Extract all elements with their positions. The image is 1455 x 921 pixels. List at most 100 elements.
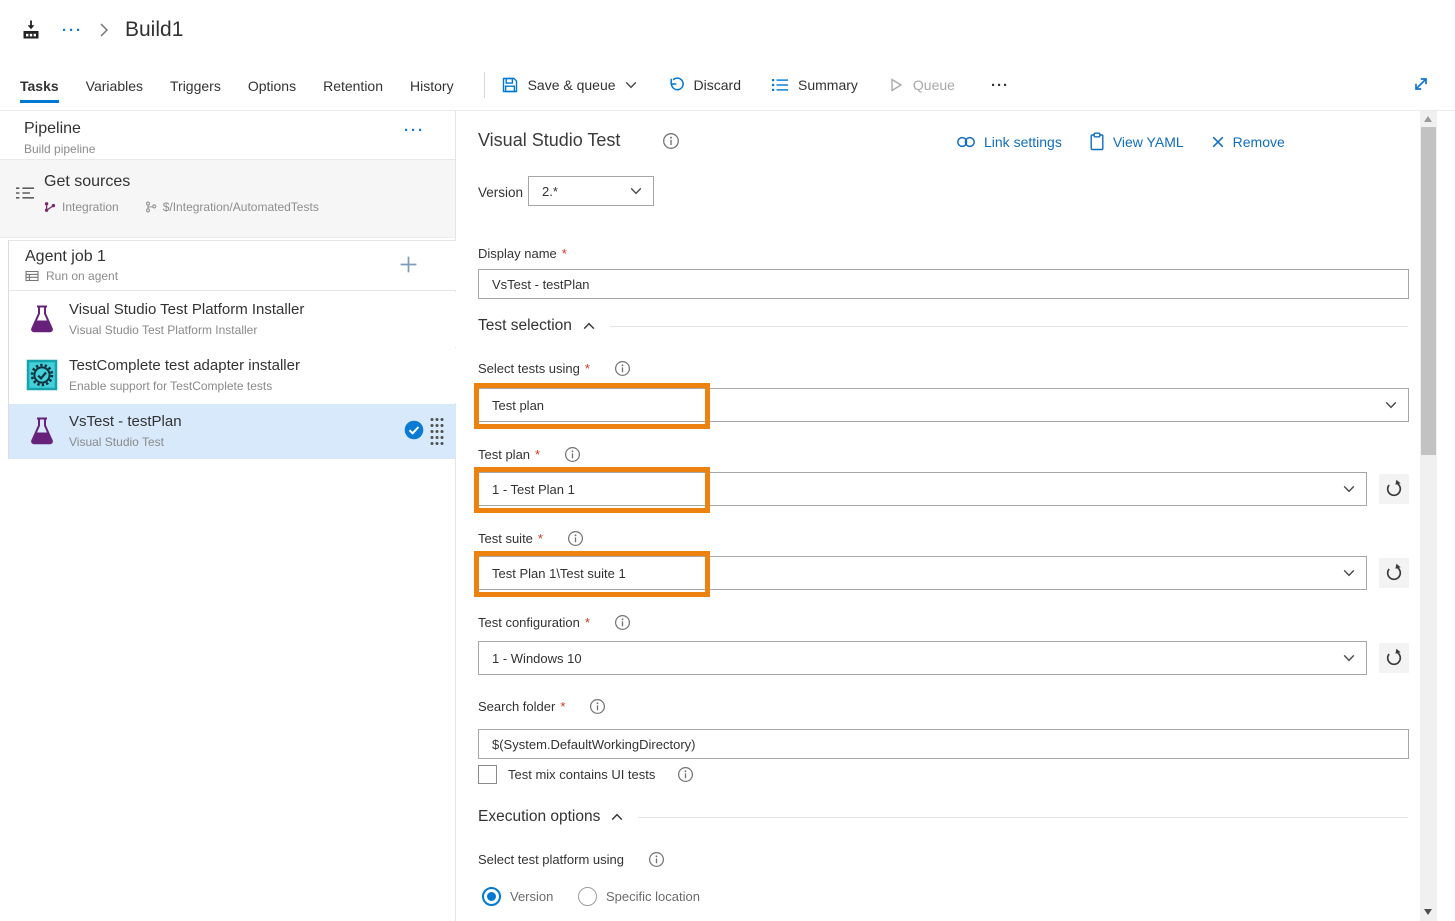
get-sources-meta: Integration $/Integration/AutomatedTests bbox=[44, 200, 319, 214]
task-settings-panel: Visual Studio Test Link settings View YA… bbox=[456, 111, 1420, 921]
check-circle-icon bbox=[404, 420, 424, 440]
required-asterisk: * bbox=[585, 615, 590, 630]
test-plan-dropdown[interactable]: 1 - Test Plan 1 bbox=[478, 472, 1367, 506]
summary-label: Summary bbox=[798, 77, 858, 93]
scrollbar-thumb[interactable] bbox=[1421, 127, 1436, 455]
search-folder-input[interactable]: $(System.DefaultWorkingDirectory) bbox=[478, 729, 1409, 759]
radio-specific-location-label: Specific location bbox=[606, 889, 700, 904]
version-label: Version bbox=[478, 185, 523, 200]
test-suite-label: Test suite bbox=[478, 531, 533, 546]
scroll-down-arrow[interactable] bbox=[1424, 909, 1432, 915]
required-asterisk: * bbox=[562, 246, 567, 261]
refresh-test-configuration-button[interactable] bbox=[1379, 643, 1409, 673]
task-title: TestComplete test adapter installer bbox=[69, 357, 300, 374]
discard-button[interactable]: Discard bbox=[667, 76, 741, 94]
display-name-value: VsTest - testPlan bbox=[479, 277, 1408, 292]
test-mix-checkbox[interactable] bbox=[478, 765, 497, 784]
remove-task-button[interactable]: Remove bbox=[1211, 132, 1285, 151]
editor-content: Pipeline Build pipeline ··· Get sources … bbox=[0, 111, 1455, 921]
radio-version-label: Version bbox=[510, 889, 553, 904]
tab-tasks[interactable]: Tasks bbox=[20, 63, 59, 108]
view-yaml-button[interactable]: View YAML bbox=[1089, 132, 1184, 151]
summary-button[interactable]: Summary bbox=[771, 77, 858, 93]
chevron-down-icon bbox=[1343, 654, 1355, 662]
test-configuration-dropdown[interactable]: 1 - Windows 10 bbox=[478, 641, 1367, 675]
summary-icon bbox=[771, 78, 789, 92]
test-suite-value: Test Plan 1\Test suite 1 bbox=[479, 566, 1343, 581]
task-subtitle: Enable support for TestComplete tests bbox=[69, 379, 272, 393]
tab-triggers[interactable]: Triggers bbox=[170, 63, 221, 108]
scroll-up-arrow[interactable] bbox=[1424, 116, 1432, 122]
required-asterisk: * bbox=[560, 699, 565, 714]
test-suite-dropdown[interactable]: Test Plan 1\Test suite 1 bbox=[478, 556, 1367, 590]
pipeline-header: Pipeline Build pipeline ··· bbox=[0, 111, 455, 160]
test-plan-label-row: Test plan * bbox=[478, 446, 581, 463]
info-icon[interactable] bbox=[662, 132, 680, 150]
queue-label: Queue bbox=[913, 77, 955, 93]
task-item-vstest-testplan[interactable]: VsTest - testPlan Visual Studio Test bbox=[9, 404, 456, 459]
test-mix-label: Test mix contains UI tests bbox=[508, 767, 655, 782]
info-icon[interactable] bbox=[589, 698, 606, 715]
link-settings-button[interactable]: Link settings bbox=[956, 132, 1062, 151]
save-queue-button[interactable]: Save & queue bbox=[501, 76, 637, 94]
task-panel-title: Visual Studio Test bbox=[478, 130, 620, 151]
chevron-up-icon bbox=[611, 813, 623, 821]
close-icon bbox=[1211, 135, 1225, 149]
info-icon[interactable] bbox=[677, 766, 694, 783]
build-definition-icon bbox=[20, 19, 42, 41]
section-rule bbox=[610, 326, 1408, 327]
pipeline-subtitle: Build pipeline bbox=[24, 142, 455, 156]
add-task-button[interactable] bbox=[399, 255, 418, 274]
chevron-down-icon bbox=[625, 81, 637, 89]
pipeline-more-button[interactable]: ··· bbox=[404, 122, 425, 139]
get-sources-icon bbox=[15, 185, 35, 201]
save-icon bbox=[501, 76, 519, 94]
info-icon[interactable] bbox=[648, 851, 665, 868]
refresh-test-suite-button[interactable] bbox=[1379, 558, 1409, 588]
display-name-input[interactable]: VsTest - testPlan bbox=[478, 269, 1409, 299]
tab-retention[interactable]: Retention bbox=[323, 63, 383, 108]
chevron-down-icon bbox=[1343, 569, 1355, 577]
info-icon[interactable] bbox=[564, 446, 581, 463]
version-dropdown[interactable]: 2.* bbox=[528, 176, 654, 206]
radio-version[interactable]: Version bbox=[482, 887, 553, 906]
chevron-up-icon bbox=[583, 322, 595, 330]
toolbar-more-button[interactable]: ··· bbox=[985, 76, 1015, 95]
info-icon[interactable] bbox=[567, 530, 584, 547]
breadcrumb: ··· Build1 bbox=[0, 0, 1455, 60]
vstest-flask-icon bbox=[26, 415, 58, 447]
task-subtitle: Visual Studio Test Platform Installer bbox=[69, 323, 257, 337]
play-icon bbox=[888, 77, 904, 93]
tab-options[interactable]: Options bbox=[248, 63, 296, 108]
chevron-down-icon bbox=[630, 187, 642, 195]
refresh-test-plan-button[interactable] bbox=[1379, 474, 1409, 504]
test-configuration-label: Test configuration bbox=[478, 615, 580, 630]
discard-label: Discard bbox=[694, 77, 741, 93]
fullscreen-toggle-button[interactable] bbox=[1411, 74, 1431, 94]
task-item-vs-test-platform-installer[interactable]: Visual Studio Test Platform Installer Vi… bbox=[9, 292, 456, 347]
source-path: $/Integration/AutomatedTests bbox=[163, 200, 319, 214]
info-icon[interactable] bbox=[614, 614, 631, 631]
task-title: Visual Studio Test Platform Installer bbox=[69, 301, 304, 318]
drag-handle-icon[interactable] bbox=[430, 417, 444, 446]
toolbar: Save & queue Discard Summary Queue ··· bbox=[501, 76, 1015, 95]
tab-bar: Tasks Variables Triggers Options Retenti… bbox=[0, 60, 1455, 111]
get-sources-item[interactable]: Get sources Integration $/Integration/Au… bbox=[0, 160, 455, 238]
tab-history[interactable]: History bbox=[410, 63, 454, 108]
pipeline-title: Pipeline bbox=[24, 120, 455, 138]
required-asterisk: * bbox=[535, 447, 540, 462]
radio-specific-location[interactable]: Specific location bbox=[578, 887, 700, 906]
section-test-selection[interactable]: Test selection bbox=[478, 317, 1408, 335]
toolbar-divider bbox=[484, 72, 485, 98]
info-icon[interactable] bbox=[614, 360, 631, 377]
select-tests-using-dropdown[interactable]: Test plan bbox=[478, 388, 1409, 422]
agent-job-header[interactable]: Agent job 1 Run on agent bbox=[9, 240, 456, 291]
section-execution-options[interactable]: Execution options bbox=[478, 808, 1408, 826]
select-tests-using-value: Test plan bbox=[479, 398, 1385, 413]
breadcrumb-more-button[interactable]: ··· bbox=[62, 22, 83, 39]
display-name-label: Display name bbox=[478, 246, 557, 261]
task-title: VsTest - testPlan bbox=[69, 413, 182, 430]
vertical-scrollbar[interactable] bbox=[1420, 111, 1437, 921]
task-item-testcomplete-adapter[interactable]: TestComplete test adapter installer Enab… bbox=[9, 348, 456, 403]
tab-variables[interactable]: Variables bbox=[86, 63, 143, 108]
